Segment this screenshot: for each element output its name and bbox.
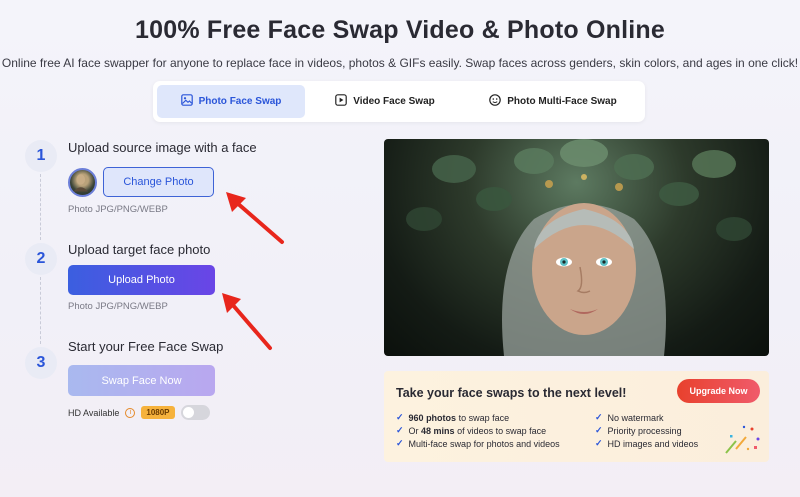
feature-item: ✓ Multi-face swap for photos and videos xyxy=(396,438,560,449)
feature-item: ✓ Or 48 mins of videos to swap face xyxy=(396,425,546,436)
check-icon: ✓ xyxy=(595,425,603,435)
check-icon: ✓ xyxy=(396,425,404,435)
step-1-number: 1 xyxy=(25,140,57,172)
upload-photo-button[interactable]: Upload Photo xyxy=(68,265,215,295)
change-photo-button[interactable]: Change Photo xyxy=(103,167,214,197)
face-preview-image xyxy=(384,139,769,356)
multi-face-icon xyxy=(489,94,502,109)
feature-item: ✓ Priority processing xyxy=(595,425,682,436)
mode-tabs: Photo Face Swap Video Face Swap Photo Mu… xyxy=(153,81,645,122)
step-2-title: Upload target face photo xyxy=(68,242,211,257)
swap-face-now-button[interactable]: Swap Face Now xyxy=(68,365,215,396)
check-icon: ✓ xyxy=(396,438,404,448)
target-format-hint: Photo JPG/PNG/WEBP xyxy=(68,301,168,312)
check-icon: ✓ xyxy=(396,412,404,422)
upgrade-now-button[interactable]: Upgrade Now xyxy=(677,379,760,403)
step-3-number: 3 xyxy=(25,347,57,379)
tab-video-face-swap[interactable]: Video Face Swap xyxy=(305,85,465,118)
feature-item: ✓ No watermark xyxy=(595,412,664,423)
check-icon: ✓ xyxy=(595,438,603,448)
tab-photo-face-swap[interactable]: Photo Face Swap xyxy=(157,85,305,118)
tab-label: Video Face Swap xyxy=(353,96,435,107)
step-3-title: Start your Free Face Swap xyxy=(68,339,224,354)
source-format-hint: Photo JPG/PNG/WEBP xyxy=(68,204,168,215)
tab-label: Photo Multi-Face Swap xyxy=(507,96,617,107)
confetti-icon xyxy=(725,425,760,454)
annotation-arrow-icon xyxy=(226,192,284,244)
feature-text: Priority processing xyxy=(607,425,682,436)
page-title: 100% Free Face Swap Video & Photo Online xyxy=(135,16,665,44)
video-icon xyxy=(335,94,348,109)
step-1-title: Upload source image with a face xyxy=(68,140,257,155)
feature-item: ✓ 960 photos to swap face xyxy=(396,412,509,423)
feature-text: HD images and videos xyxy=(607,438,699,449)
feature-text: No watermark xyxy=(607,412,664,423)
source-face-avatar[interactable] xyxy=(68,168,97,197)
resolution-badge: 1080P xyxy=(141,406,175,419)
step-connector xyxy=(40,174,41,240)
hd-label: HD Available xyxy=(68,407,120,418)
info-icon[interactable]: i xyxy=(125,407,136,418)
upgrade-promo-panel: Take your face swaps to the next level! … xyxy=(384,371,769,462)
feature-text: Or 48 mins of videos to swap face xyxy=(408,425,547,436)
step-2-number: 2 xyxy=(25,243,57,275)
hd-option-row: HD Available i 1080P xyxy=(68,405,210,420)
page-subtitle: Online free AI face swapper for anyone t… xyxy=(1,56,799,70)
tab-photo-multi-face-swap[interactable]: Photo Multi-Face Swap xyxy=(465,85,641,118)
feature-text: 960 photos to swap face xyxy=(408,412,510,423)
promo-title: Take your face swaps to the next level! xyxy=(396,386,627,400)
hd-toggle[interactable] xyxy=(180,405,210,420)
feature-text: Multi-face swap for photos and videos xyxy=(408,438,560,449)
image-icon xyxy=(180,94,193,109)
feature-item: ✓ HD images and videos xyxy=(595,438,698,449)
check-icon: ✓ xyxy=(595,412,603,422)
step-connector xyxy=(40,277,41,344)
annotation-arrow-icon xyxy=(222,293,272,350)
tab-label: Photo Face Swap xyxy=(198,96,282,107)
